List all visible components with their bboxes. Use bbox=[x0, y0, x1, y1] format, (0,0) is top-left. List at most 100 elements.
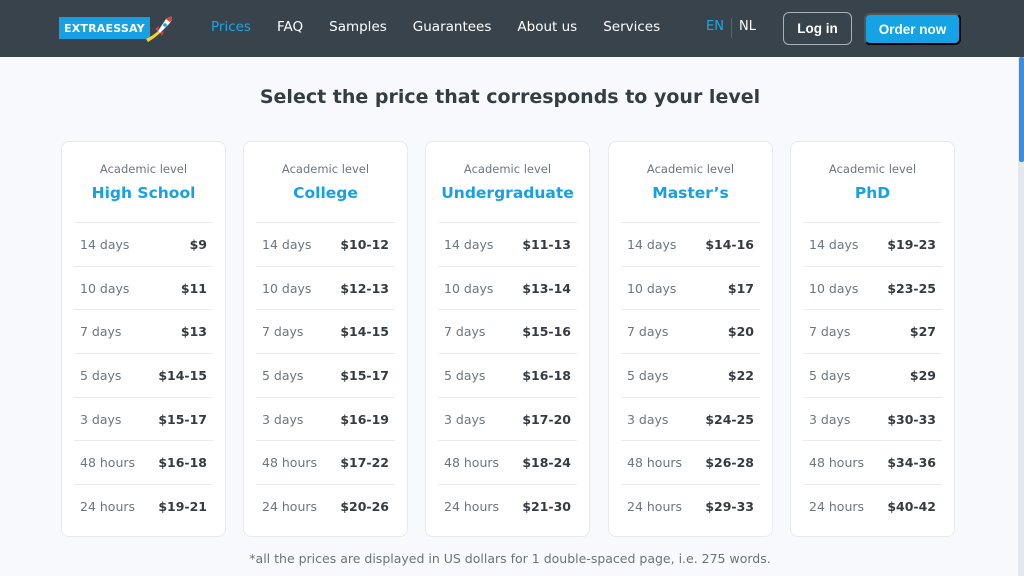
price-value: $24-25 bbox=[705, 411, 754, 427]
price-row: 5 days $22 bbox=[621, 353, 760, 397]
academic-level-label: Academic level bbox=[99, 162, 188, 176]
price-value: $11-13 bbox=[522, 236, 571, 252]
deadline-label: 3 days bbox=[444, 411, 486, 427]
deadline-label: 3 days bbox=[80, 411, 122, 427]
price-list: 14 days $9 10 days $11 7 days $13 5 days $14-15… bbox=[74, 222, 213, 528]
price-card-phd: Academic level PhD 14 days $19-23 10 days $23… bbox=[790, 141, 955, 537]
price-row: 10 days $17 bbox=[621, 265, 760, 310]
price-value: $14-15 bbox=[158, 367, 207, 383]
price-value: $16-18 bbox=[158, 455, 207, 471]
price-row: 48 hours $17-22 bbox=[256, 440, 395, 484]
nav-link-about-us[interactable]: About us bbox=[517, 19, 577, 35]
price-list: 14 days $10-12 10 days $12-13 7 days $14-15 5 … bbox=[256, 222, 395, 528]
price-card-undergraduate: Academic level Undergraduate 14 days $11-13… bbox=[425, 141, 590, 537]
price-value: $9 bbox=[189, 236, 207, 252]
price-row: 3 days $16-19 bbox=[256, 396, 395, 441]
deadline-label: 14 days bbox=[80, 236, 130, 252]
price-row: 48 hours $34-36 bbox=[803, 440, 942, 484]
price-value: $40-42 bbox=[887, 498, 936, 514]
academic-level-title: Master’s bbox=[652, 184, 729, 202]
price-value: $14-15 bbox=[340, 324, 389, 340]
order-now-button[interactable]: Order now bbox=[864, 13, 961, 45]
academic-level-title: High School bbox=[91, 184, 196, 202]
price-row: 24 hours $29-33 bbox=[621, 484, 760, 528]
nav-link-samples[interactable]: Samples bbox=[329, 19, 387, 35]
price-value: $15-16 bbox=[522, 324, 571, 340]
price-row: 3 days $15-17 bbox=[74, 396, 213, 441]
price-card-college: Academic level College 14 days $10-12 10 day… bbox=[243, 141, 408, 537]
price-value: $17-22 bbox=[340, 455, 389, 471]
price-value: $13-14 bbox=[522, 280, 571, 296]
price-row: 7 days $15-16 bbox=[438, 309, 577, 353]
price-row: 7 days $14-15 bbox=[256, 309, 395, 353]
price-row: 10 days $13-14 bbox=[438, 265, 577, 310]
price-row: 5 days $14-15 bbox=[74, 353, 213, 397]
price-value: $11 bbox=[180, 280, 207, 296]
price-card-high-school: Academic level High School 14 days $9 10 day… bbox=[61, 141, 226, 537]
price-row: 3 days $30-33 bbox=[803, 396, 942, 441]
price-row: 14 days $10-12 bbox=[256, 222, 395, 266]
language-en[interactable]: EN bbox=[706, 19, 724, 34]
price-value: $29-33 bbox=[705, 498, 754, 514]
price-row: 14 days $11-13 bbox=[438, 222, 577, 266]
price-value: $19-21 bbox=[158, 498, 207, 514]
price-row: 24 hours $19-21 bbox=[74, 484, 213, 528]
price-value: $19-23 bbox=[887, 236, 936, 252]
price-value: $20-26 bbox=[340, 498, 389, 514]
deadline-label: 3 days bbox=[809, 411, 851, 427]
deadline-label: 24 hours bbox=[627, 498, 683, 514]
login-button[interactable]: Log in bbox=[783, 12, 852, 45]
price-value: $10-12 bbox=[340, 236, 389, 252]
rocket-icon bbox=[144, 15, 172, 42]
deadline-label: 7 days bbox=[444, 324, 486, 340]
nav-link-prices[interactable]: Prices bbox=[211, 19, 251, 35]
logo[interactable]: EXTRAESSAY bbox=[59, 15, 172, 42]
page-title: Select the price that corresponds to you… bbox=[259, 86, 761, 108]
price-row: 10 days $12-13 bbox=[256, 265, 395, 310]
price-value: $20 bbox=[727, 324, 754, 340]
deadline-label: 5 days bbox=[80, 367, 122, 383]
main-nav: Prices FAQ Samples Guarantees About us S… bbox=[211, 19, 686, 35]
price-row: 5 days $16-18 bbox=[438, 353, 577, 397]
price-row: 14 days $14-16 bbox=[621, 222, 760, 266]
deadline-label: 3 days bbox=[627, 411, 669, 427]
deadline-label: 10 days bbox=[809, 280, 859, 296]
price-value: $17 bbox=[727, 280, 754, 296]
deadline-label: 3 days bbox=[262, 411, 304, 427]
price-value: $21-30 bbox=[522, 498, 571, 514]
price-value: $23-25 bbox=[887, 280, 936, 296]
price-row: 5 days $29 bbox=[803, 353, 942, 397]
deadline-label: 14 days bbox=[627, 236, 677, 252]
price-row: 3 days $24-25 bbox=[621, 396, 760, 441]
price-row: 5 days $15-17 bbox=[256, 353, 395, 397]
price-row: 24 hours $21-30 bbox=[438, 484, 577, 528]
deadline-label: 5 days bbox=[809, 367, 851, 383]
deadline-label: 48 hours bbox=[262, 455, 318, 471]
price-value: $16-18 bbox=[522, 367, 571, 383]
language-nl[interactable]: NL bbox=[739, 19, 756, 34]
language-divider bbox=[731, 18, 732, 38]
deadline-label: 5 days bbox=[262, 367, 304, 383]
deadline-label: 24 hours bbox=[80, 498, 136, 514]
price-card-masters: Academic level Master’s 14 days $14-16 10 da… bbox=[608, 141, 773, 537]
academic-level-title: College bbox=[293, 184, 358, 202]
nav-link-guarantees[interactable]: Guarantees bbox=[413, 19, 492, 35]
deadline-label: 10 days bbox=[444, 280, 494, 296]
price-row: 48 hours $18-24 bbox=[438, 440, 577, 484]
nav-link-faq[interactable]: FAQ bbox=[277, 19, 303, 35]
deadline-label: 48 hours bbox=[627, 455, 683, 471]
price-row: 24 hours $20-26 bbox=[256, 484, 395, 528]
navbar: EXTRAESSAY Prices FAQ Samples Guarantees… bbox=[0, 0, 1024, 57]
price-row: 10 days $11 bbox=[74, 265, 213, 310]
price-row: 14 days $19-23 bbox=[803, 222, 942, 266]
price-row: 10 days $23-25 bbox=[803, 265, 942, 310]
deadline-label: 7 days bbox=[809, 324, 851, 340]
nav-link-services[interactable]: Services bbox=[603, 19, 660, 35]
price-list: 14 days $19-23 10 days $23-25 7 days $27 5 day… bbox=[803, 222, 942, 528]
price-list: 14 days $11-13 10 days $13-14 7 days $15-16 5 … bbox=[438, 222, 577, 528]
scrollbar-thumb[interactable] bbox=[1019, 57, 1024, 162]
price-row: 48 hours $26-28 bbox=[621, 440, 760, 484]
logo-text: EXTRAESSAY bbox=[59, 17, 150, 39]
academic-level-label: Academic level bbox=[281, 162, 370, 176]
academic-level-label: Academic level bbox=[646, 162, 735, 176]
